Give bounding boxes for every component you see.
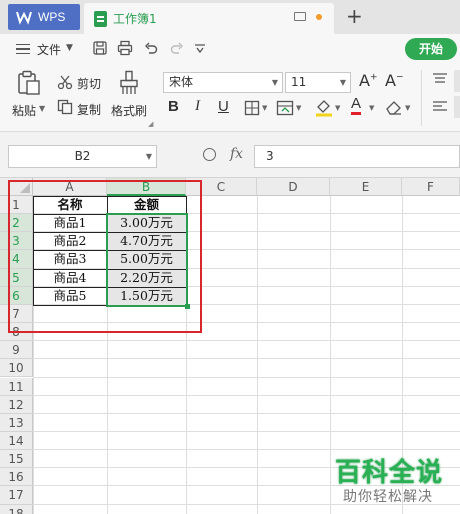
paste-icon[interactable] [17,70,41,96]
chevron-down-icon: ▼ [39,104,46,113]
file-menu[interactable]: 文件 [37,41,61,58]
grid-row-line [33,340,460,342]
ribbon-scroll-right[interactable] [454,96,460,118]
column-header-e[interactable]: E [330,178,402,196]
name-box[interactable]: B2 ▼ [8,145,157,168]
annotation-highlight [8,180,202,333]
function-icon[interactable]: fx [230,146,243,162]
row-header-11[interactable]: 11 [0,377,33,396]
chevron-down-icon: ▼ [145,152,152,161]
workbook-tab-label: 工作簿1 [113,12,157,26]
customize-toolbar-icon[interactable] [194,44,206,54]
grid-row-line [33,449,460,451]
chevron-down-icon: ▼ [296,104,302,112]
eraser-icon[interactable] [385,99,403,115]
grid-row-line [33,412,460,414]
row-header-10[interactable]: 10 [0,359,33,378]
wps-app-label: WPS [38,10,66,24]
row-header-13[interactable]: 13 [0,413,33,432]
italic-button[interactable]: I [195,98,200,115]
ribbon-scroll-right[interactable] [454,70,460,92]
chevron-down-icon: ▼ [271,78,278,87]
watermark-title: 百科全说 [335,452,443,489]
wps-app-tab-content[interactable]: WPS [8,4,80,30]
start-tab-button[interactable]: 开始 [405,38,457,60]
row-header-14[interactable]: 14 [0,431,33,451]
hamburger-icon[interactable] [16,44,30,54]
grid-row-line [33,358,460,360]
wps-logo-icon [16,11,32,25]
monitor-icon[interactable] [294,12,306,21]
ribbon-expand-icon[interactable]: ◢ [148,120,153,128]
name-box-value: B2 [74,149,91,163]
redo-icon[interactable] [170,41,184,55]
format-painter-icon[interactable] [118,70,140,96]
copy-icon [57,99,73,115]
bold-button[interactable]: B [168,98,179,115]
row-header-18[interactable]: 18 [0,504,33,514]
chevron-down-icon: ▼ [262,104,268,112]
chevron-down-icon: ▼ [66,43,73,53]
row-header-9[interactable]: 9 [0,341,33,360]
decrease-font-size-button[interactable]: A− [385,71,404,90]
grid-row-line [33,394,460,396]
paste-button[interactable]: 粘贴 [12,102,36,119]
align-top-icon[interactable] [432,72,448,86]
underline-button[interactable]: U [218,98,229,115]
align-left-icon[interactable] [432,100,448,114]
print-icon[interactable] [117,40,133,56]
increase-font-size-button[interactable]: A+ [359,71,378,90]
chevron-down-icon: ▼ [335,104,341,112]
font-size-value: 11 [291,75,307,89]
undo-icon[interactable] [144,41,158,55]
font-name-select[interactable]: 宋体 ▼ [163,72,283,93]
formula-input[interactable]: 3 [254,145,460,168]
spreadsheet-icon [94,10,107,27]
zoom-icon[interactable] [203,148,216,161]
ribbon-divider [421,70,422,126]
watermark-subtitle: 助你轻松解决 [343,489,433,505]
fill-color-icon[interactable] [315,99,333,117]
grid-row-line [33,376,460,378]
chevron-down-icon: ▼ [339,78,346,87]
copy-button[interactable]: 复制 [77,101,101,118]
grid-row-line [33,430,460,432]
unsaved-dot-icon [316,14,322,20]
row-header-15[interactable]: 15 [0,450,33,469]
watermark-title-a: 百科 [335,458,390,488]
chevron-down-icon: ▼ [405,104,411,112]
font-color-button[interactable]: A [351,96,362,115]
cell-style-icon[interactable] [276,100,294,116]
watermark-title-b: 全说 [389,458,444,488]
new-tab-button[interactable]: + [346,6,363,26]
column-header-f[interactable]: F [402,178,460,196]
font-name-value: 宋体 [169,75,194,89]
font-size-select[interactable]: 11 ▼ [285,72,351,93]
row-header-12[interactable]: 12 [0,395,33,414]
border-icon[interactable] [244,100,260,116]
chevron-down-icon: ▼ [369,104,375,112]
cut-button[interactable]: 剪切 [77,75,101,92]
row-header-16[interactable]: 16 [0,468,33,487]
column-header-d[interactable]: D [257,178,330,196]
scissors-icon [57,75,73,90]
format-painter-button[interactable]: 格式刷 [111,102,147,119]
row-header-17[interactable]: 17 [0,486,33,505]
save-icon[interactable] [93,41,107,55]
